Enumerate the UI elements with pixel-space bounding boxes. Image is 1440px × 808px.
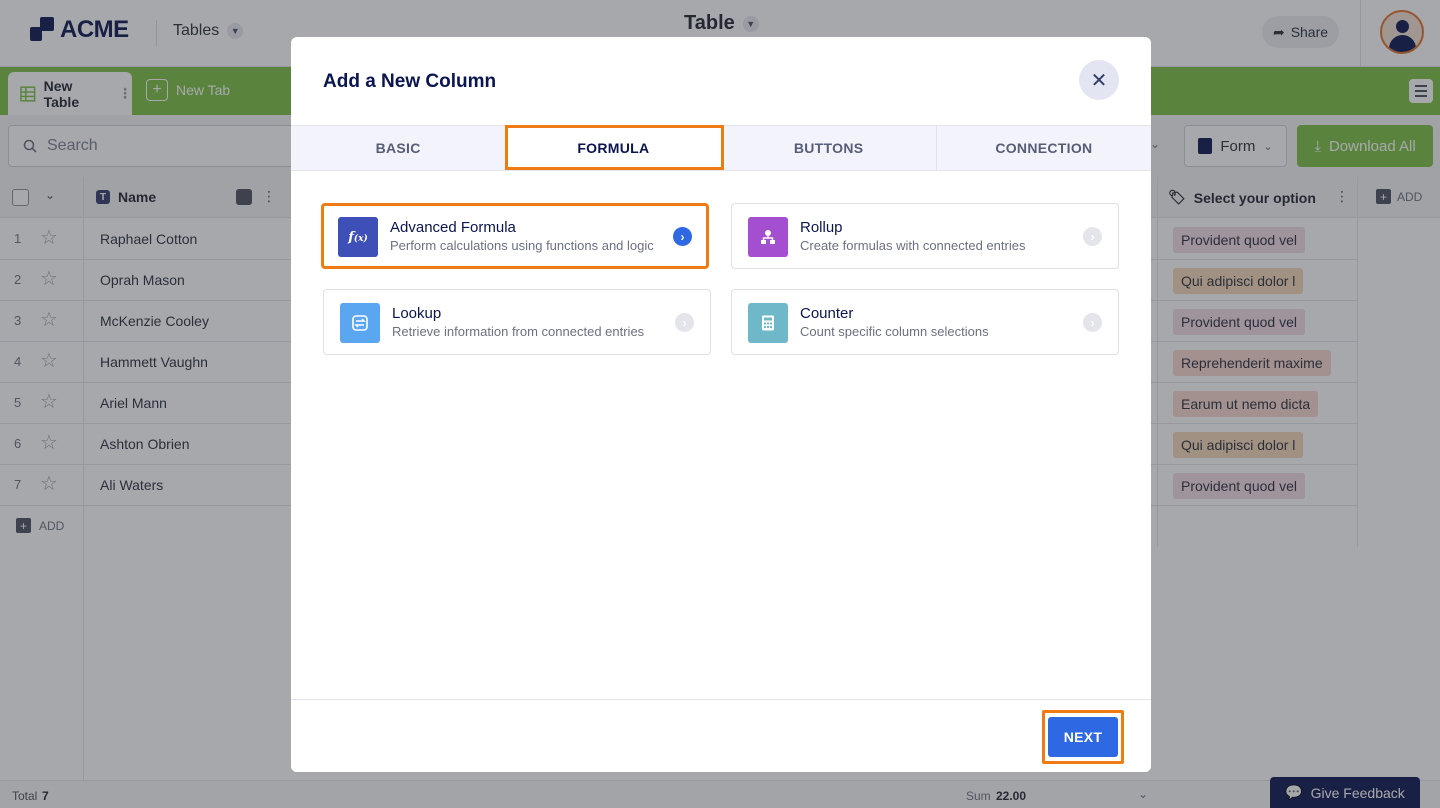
option-title: Counter: [800, 305, 854, 322]
option-title: Lookup: [392, 305, 442, 322]
function-icon: f(x): [338, 217, 378, 257]
column-type-tabs: BASIC FORMULA BUTTONS CONNECTION: [291, 125, 1151, 171]
option-title: Advanced Formula: [390, 219, 516, 236]
tab-formula[interactable]: FORMULA: [506, 126, 722, 170]
option-lookup[interactable]: Lookup Retrieve information from connect…: [323, 289, 711, 355]
option-description: Count specific column selections: [800, 324, 989, 339]
option-advanced-formula[interactable]: f(x) Advanced Formula Perform calculatio…: [321, 203, 709, 269]
tab-connection[interactable]: CONNECTION: [937, 126, 1151, 170]
next-button-highlight: NEXT: [1042, 710, 1124, 764]
option-description: Create formulas with connected entries: [800, 238, 1026, 253]
chevron-right-icon: ›: [1083, 313, 1102, 332]
close-button[interactable]: ✕: [1079, 60, 1119, 100]
option-rollup[interactable]: Rollup Create formulas with connected en…: [731, 203, 1119, 269]
tab-buttons[interactable]: BUTTONS: [722, 126, 937, 170]
option-description: Retrieve information from connected entr…: [392, 324, 645, 339]
chevron-right-icon: ›: [673, 227, 692, 246]
chevron-right-icon: ›: [675, 313, 694, 332]
close-icon: ✕: [1090, 69, 1108, 92]
lookup-icon: [340, 303, 380, 343]
add-column-modal: Add a New Column ✕ BASIC FORMULA BUTTONS…: [291, 37, 1151, 772]
hierarchy-icon: [748, 217, 788, 257]
modal-title: Add a New Column: [323, 71, 497, 92]
calculator-icon: [748, 303, 788, 343]
option-description: Perform calculations using functions and…: [390, 238, 654, 253]
chevron-right-icon: ›: [1083, 227, 1102, 246]
tab-basic[interactable]: BASIC: [291, 126, 507, 170]
modal-footer: NEXT: [291, 699, 1151, 772]
option-counter[interactable]: Counter Count specific column selections…: [731, 289, 1119, 355]
option-title: Rollup: [800, 219, 843, 236]
next-button[interactable]: NEXT: [1048, 717, 1118, 757]
